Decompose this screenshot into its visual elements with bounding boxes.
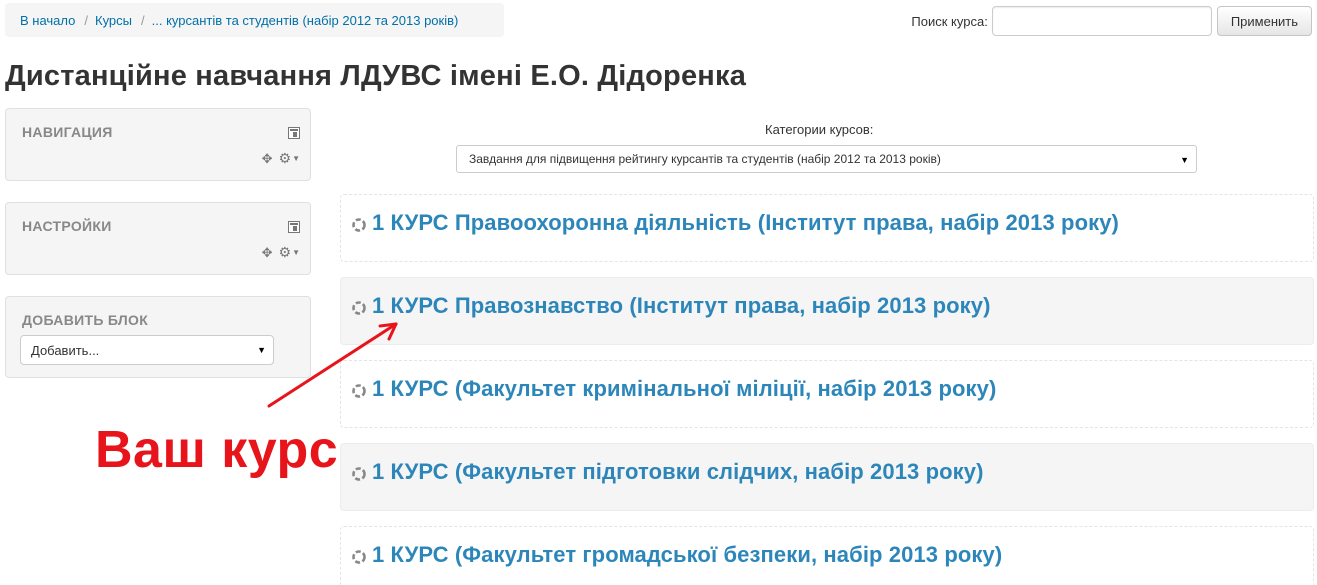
course-list-item: 1 КУРС (Факультет громадської безпеки, н… — [340, 526, 1314, 585]
add-block-block: ДОБАВИТЬ БЛОК Добавить... ▼ — [5, 296, 311, 378]
course-icon — [352, 301, 366, 315]
settings-block: НАСТРОЙКИ ✥ ⚙ ▼ — [5, 202, 311, 275]
add-block-title: ДОБАВИТЬ БЛОК — [22, 312, 149, 328]
breadcrumb-home-link[interactable]: В начало — [20, 13, 75, 28]
course-list-item: 1 КУРС Правоохоронна діяльність (Інститу… — [340, 194, 1314, 262]
course-categories-select[interactable]: Завдання для підвищення рейтингу курсант… — [456, 145, 1197, 173]
course-icon — [352, 218, 366, 232]
course-icon — [352, 384, 366, 398]
course-categories-select-value: Завдання для підвищення рейтингу курсант… — [469, 152, 941, 166]
caret-down-icon[interactable]: ▼ — [292, 154, 300, 163]
course-icon — [352, 550, 366, 564]
move-icon[interactable]: ✥ — [262, 152, 273, 165]
annotation-text: Ваш курс — [95, 421, 339, 479]
course-link[interactable]: 1 КУРС Правоохоронна діяльність (Інститу… — [372, 210, 1119, 236]
course-search-input[interactable] — [991, 6, 1212, 36]
dock-icon[interactable] — [288, 221, 300, 233]
add-block-select-value: Добавить... — [31, 342, 100, 358]
apply-search-button[interactable]: Применить — [1216, 6, 1312, 36]
page-title: Дистанційне навчання ЛДУВС імені Е.О. Ді… — [5, 60, 747, 92]
block-controls: ✥ ⚙ ▼ — [262, 151, 300, 165]
course-icon — [352, 467, 366, 481]
move-icon[interactable]: ✥ — [262, 246, 273, 259]
course-link[interactable]: 1 КУРС (Факультет кримінальної міліції, … — [372, 376, 996, 402]
breadcrumb: В начало / Курсы / ... курсантів та студ… — [5, 3, 504, 37]
settings-block-title: НАСТРОЙКИ — [22, 218, 112, 234]
breadcrumb-separator: / — [84, 12, 88, 28]
navigation-block: НАВИГАЦИЯ ✥ ⚙ ▼ — [5, 108, 311, 181]
course-search-label: Поиск курса: — [911, 13, 988, 29]
block-controls: ✥ ⚙ ▼ — [262, 245, 300, 259]
course-search-form: Поиск курса: Применить — [911, 6, 1312, 36]
course-categories-label: Категории курсов: — [765, 122, 874, 137]
course-list-item: 1 КУРС (Факультет кримінальної міліції, … — [340, 360, 1314, 428]
gear-icon[interactable]: ⚙ — [279, 151, 292, 165]
breadcrumb-separator: / — [141, 12, 145, 28]
navigation-block-title: НАВИГАЦИЯ — [22, 124, 113, 140]
add-block-select[interactable]: Добавить... ▼ — [20, 335, 274, 365]
breadcrumb-category-link[interactable]: ... курсантів та студентів (набір 2012 т… — [152, 13, 459, 28]
select-arrow-icon: ▼ — [1180, 155, 1189, 165]
dock-icon[interactable] — [288, 127, 300, 139]
gear-icon[interactable]: ⚙ — [279, 245, 292, 259]
caret-down-icon[interactable]: ▼ — [292, 248, 300, 257]
select-arrow-icon: ▼ — [257, 345, 266, 355]
course-list-item: 1 КУРС Правознавство (Інститут права, на… — [340, 277, 1314, 345]
course-link[interactable]: 1 КУРС (Факультет підготовки слідчих, на… — [372, 459, 984, 485]
breadcrumb-courses-link[interactable]: Курсы — [95, 13, 132, 28]
course-link[interactable]: 1 КУРС (Факультет громадської безпеки, н… — [372, 542, 1002, 568]
course-list-item: 1 КУРС (Факультет підготовки слідчих, на… — [340, 443, 1314, 511]
course-link[interactable]: 1 КУРС Правознавство (Інститут права, на… — [372, 293, 991, 319]
